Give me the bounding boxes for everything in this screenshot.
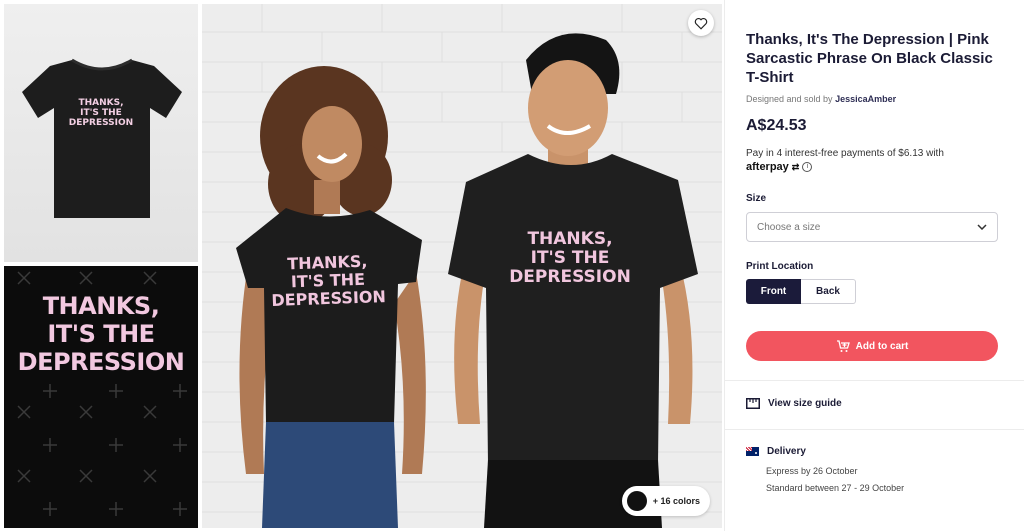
print-line: THANKS,	[78, 98, 124, 108]
artist-link[interactable]: JessicaAmber	[835, 94, 896, 104]
man-shirt-print: THANKS, IT'S THE DEPRESSION	[502, 230, 638, 287]
australia-flag-icon	[746, 447, 759, 456]
divider	[725, 380, 1024, 381]
favorite-button[interactable]	[688, 10, 714, 36]
tshirt-image	[22, 58, 182, 218]
woman-shirt-print: THANKS, IT'S THE DEPRESSION	[257, 252, 399, 311]
heart-icon	[694, 17, 708, 30]
print-line: DEPRESSION	[68, 118, 134, 128]
info-icon[interactable]: i	[802, 162, 813, 172]
color-options-button[interactable]: + 16 colors	[621, 486, 710, 516]
divider	[725, 429, 1024, 430]
product-title: Thanks, It's The Depression | Pink Sarca…	[746, 31, 993, 86]
product-page: THANKS, IT'S THE DEPRESSION THANKS, IT'S…	[0, 0, 1024, 531]
selected-color-swatch	[626, 491, 647, 511]
product-price: A$24.53	[746, 117, 807, 134]
thumbnail-print-text: THANKS, IT'S THE DEPRESSION	[4, 98, 198, 128]
color-count-label: + 16 colors	[652, 496, 700, 506]
size-select[interactable]: Choose a size	[746, 212, 998, 242]
print-line: IT'S THE	[47, 320, 155, 348]
add-to-cart-label: Add to cart	[855, 340, 909, 352]
afterpay-arrows-icon: ⇄	[791, 161, 800, 172]
print-line: DEPRESSION	[17, 348, 185, 376]
print-location-label: Print Location	[746, 261, 814, 272]
chevron-down-icon	[977, 224, 987, 230]
size-guide-label: View size guide	[768, 398, 842, 409]
print-location-back-button[interactable]: Back	[801, 279, 856, 304]
thumbnail-print-closeup[interactable]: THANKS, IT'S THE DEPRESSION	[4, 266, 198, 528]
afterpay-brand: afterpay	[746, 161, 789, 173]
closeup-print-text: THANKS, IT'S THE DEPRESSION	[4, 292, 198, 376]
print-location-front-button[interactable]: Front	[746, 279, 801, 304]
print-line: IT'S THE	[530, 248, 610, 268]
main-product-photo[interactable]: THANKS, IT'S THE DEPRESSION THANKS, IT'S…	[202, 4, 722, 528]
cart-plus-icon	[836, 339, 850, 352]
print-line: DEPRESSION	[509, 267, 631, 287]
print-line: THANKS,	[527, 229, 613, 249]
product-details-panel: Thanks, It's The Depression | Pink Sarca…	[724, 0, 1024, 531]
ruler-icon	[746, 398, 760, 409]
byline-prefix: Designed and sold by	[746, 94, 833, 104]
standard-delivery-text: Standard between 27 - 29 October	[766, 483, 905, 493]
add-to-cart-button[interactable]: Add to cart	[746, 331, 998, 361]
delivery-heading: Delivery	[746, 446, 806, 457]
size-label: Size	[746, 193, 767, 204]
print-line: IT'S THE	[80, 108, 122, 118]
print-line: THANKS,	[42, 292, 160, 320]
thumbnail-flat-shirt[interactable]: THANKS, IT'S THE DEPRESSION	[4, 4, 198, 262]
view-size-guide-link[interactable]: View size guide	[746, 398, 842, 409]
afterpay-logo: afterpay ⇄ i	[746, 161, 813, 173]
size-placeholder: Choose a size	[757, 221, 821, 233]
delivery-label: Delivery	[767, 446, 806, 457]
designer-byline: Designed and sold by JessicaAmber	[746, 94, 896, 104]
afterpay-installments-text: Pay in 4 interest-free payments of $6.13…	[746, 148, 944, 159]
express-delivery-text: Express by 26 October	[766, 466, 858, 476]
